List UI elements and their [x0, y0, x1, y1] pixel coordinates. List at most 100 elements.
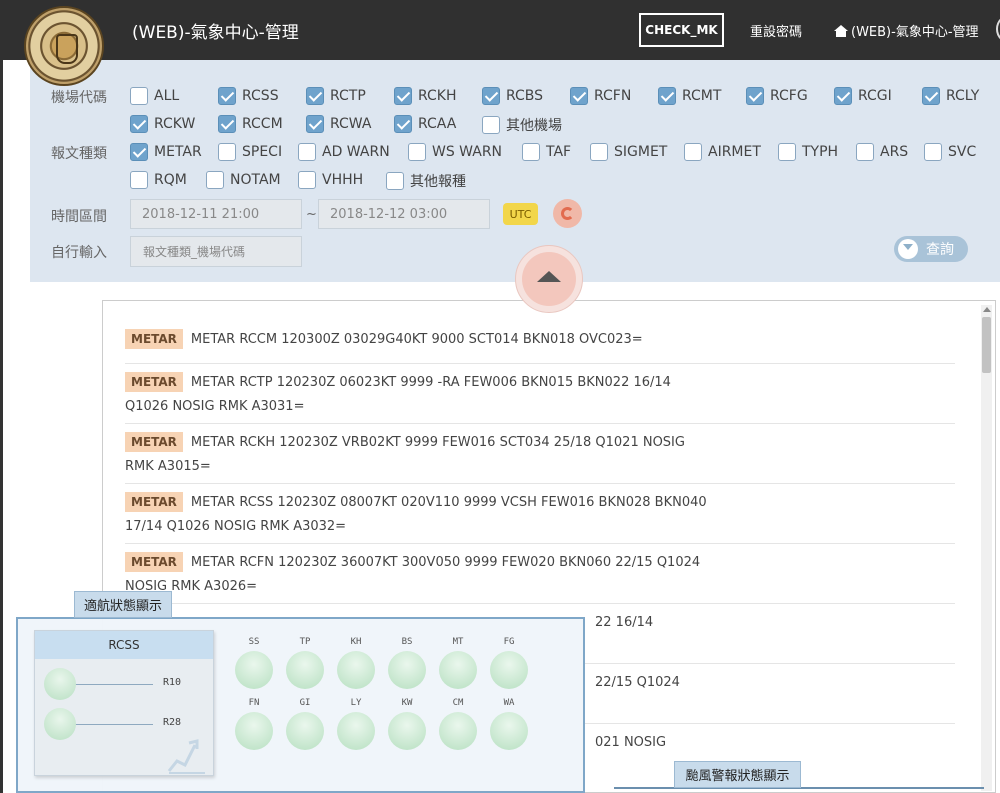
runway-label-r10: R10 — [163, 677, 182, 688]
report-type-checkbox-8[interactable]: ARS — [856, 143, 908, 161]
station-status[interactable]: CM — [438, 694, 478, 750]
report-type-checkbox-2[interactable]: AD WARN — [298, 143, 390, 161]
checkbox-checked-icon[interactable] — [130, 143, 148, 161]
airport-checkbox-10[interactable]: RCKW — [130, 115, 195, 133]
checkbox-unchecked-icon[interactable] — [298, 171, 316, 189]
airport-checkbox-12[interactable]: RCWA — [306, 115, 371, 133]
checkbox-unchecked-icon[interactable] — [856, 143, 874, 161]
left-edge — [0, 60, 3, 793]
checkbox-unchecked-icon[interactable] — [206, 171, 224, 189]
report-type-checkbox-9[interactable]: SVC — [924, 143, 976, 161]
airport-checkbox-11[interactable]: RCCM — [218, 115, 283, 133]
airport-checkbox-1[interactable]: RCSS — [218, 87, 279, 105]
report-type-checkbox-5[interactable]: SIGMET — [590, 143, 667, 161]
check-mk-button[interactable]: CHECK_MK — [639, 13, 724, 47]
station-status[interactable]: KW — [387, 694, 427, 750]
report-type-checkbox-label: SIGMET — [614, 144, 668, 160]
scroll-thumb[interactable] — [982, 317, 991, 373]
report-type-checkbox-4[interactable]: TAF — [522, 143, 571, 161]
station-status[interactable]: SS — [234, 633, 274, 689]
checkbox-checked-icon[interactable] — [306, 87, 324, 105]
checkbox-checked-icon[interactable] — [834, 87, 852, 105]
station-status[interactable]: MT — [438, 633, 478, 689]
checkbox-checked-icon[interactable] — [306, 115, 324, 133]
airport-checkbox-7[interactable]: RCFG — [746, 87, 808, 105]
checkbox-unchecked-icon[interactable] — [924, 143, 942, 161]
checkbox-checked-icon[interactable] — [218, 87, 236, 105]
checkbox-unchecked-icon[interactable] — [684, 143, 702, 161]
checkbox-checked-icon[interactable] — [922, 87, 940, 105]
report-type-checkbox-11[interactable]: NOTAM — [206, 171, 281, 189]
airport-checkbox-5[interactable]: RCFN — [570, 87, 631, 105]
checkbox-unchecked-icon[interactable] — [130, 87, 148, 105]
checkbox-unchecked-icon[interactable] — [218, 143, 236, 161]
checkbox-unchecked-icon[interactable] — [522, 143, 540, 161]
airport-checkbox-8[interactable]: RCGI — [834, 87, 892, 105]
station-status[interactable]: LY — [336, 694, 376, 750]
station-status[interactable]: TP — [285, 633, 325, 689]
time-start-input[interactable]: 2018-12-11 21:00 — [130, 199, 302, 229]
typhoon-warning-tab[interactable]: 颱風警報狀態顯示 — [674, 761, 801, 788]
checkbox-unchecked-icon[interactable] — [298, 143, 316, 161]
airport-checkbox-14[interactable]: 其他機場 — [482, 115, 562, 135]
checkbox-checked-icon[interactable] — [130, 115, 148, 133]
home-link[interactable]: (WEB)-氣象中心-管理 — [834, 21, 979, 40]
report-type-checkbox-0[interactable]: METAR — [130, 143, 202, 161]
station-status[interactable]: FG — [489, 633, 529, 689]
checkbox-unchecked-icon[interactable] — [408, 143, 426, 161]
airport-checkbox-9[interactable]: RCLY — [922, 87, 979, 105]
airport-code-label: 機場代碼 — [51, 90, 107, 106]
checkbox-unchecked-icon[interactable] — [590, 143, 608, 161]
checkbox-unchecked-icon[interactable] — [386, 172, 404, 190]
airport-checkbox-4[interactable]: RCBS — [482, 87, 543, 105]
message-divider — [125, 543, 955, 544]
station-status[interactable]: KH — [336, 633, 376, 689]
report-type-checkbox-7[interactable]: TYPH — [778, 143, 838, 161]
report-type-checkbox-13[interactable]: 其他報種 — [386, 171, 466, 191]
airport-checkbox-13[interactable]: RCAA — [394, 115, 456, 133]
runway-card[interactable]: RCSS R10 R28 — [34, 630, 214, 776]
message-text-line1: 22/15 Q1024 — [595, 675, 680, 690]
utc-button[interactable]: UTC — [503, 203, 538, 225]
custom-input[interactable]: 報文種類_機場代碼 — [130, 236, 302, 267]
message-item[interactable]: METAR METAR RCSS 120230Z 08007KT 020V110 … — [125, 491, 955, 539]
time-end-input[interactable]: 2018-12-12 03:00 — [318, 199, 490, 229]
checkbox-unchecked-icon[interactable] — [482, 116, 500, 134]
message-item[interactable]: METAR METAR RCFN 120230Z 36007KT 300V050 … — [125, 551, 955, 599]
message-item[interactable]: METAR METAR RCKH 120230Z VRB02KT 9999 FEW… — [125, 431, 955, 479]
airport-checkbox-6[interactable]: RCMT — [658, 87, 721, 105]
airport-checkbox-3[interactable]: RCKH — [394, 87, 457, 105]
message-item[interactable]: METAR METAR RCCM 120300Z 03029G40KT 9000 … — [125, 328, 955, 352]
airport-checkbox-2[interactable]: RCTP — [306, 87, 366, 105]
message-item[interactable]: METAR METAR RCTP 120230Z 06023KT 9999 -RA… — [125, 371, 955, 419]
refresh-button[interactable] — [553, 199, 582, 228]
checkbox-checked-icon[interactable] — [482, 87, 500, 105]
airworthiness-status-tab[interactable]: 適航狀態顯示 — [74, 591, 172, 618]
checkbox-checked-icon[interactable] — [394, 115, 412, 133]
report-type-checkbox-6[interactable]: AIRMET — [684, 143, 761, 161]
checkbox-checked-icon[interactable] — [570, 87, 588, 105]
home-link-label: (WEB)-氣象中心-管理 — [851, 25, 979, 40]
station-status[interactable]: FN — [234, 694, 274, 750]
scroll-up-arrow-icon[interactable] — [983, 307, 991, 312]
reset-password-link[interactable]: 重設密碼 — [750, 21, 802, 40]
airport-checkbox-0[interactable]: ALL — [130, 87, 179, 105]
report-type-checkbox-10[interactable]: RQM — [130, 171, 187, 189]
station-status[interactable]: WA — [489, 694, 529, 750]
collapse-panel-button[interactable] — [515, 245, 583, 313]
report-type-checkbox-label: ARS — [880, 144, 909, 160]
checkbox-checked-icon[interactable] — [658, 87, 676, 105]
report-type-checkbox-3[interactable]: WS WARN — [408, 143, 502, 161]
user-avatar[interactable] — [996, 14, 1000, 44]
station-status[interactable]: GI — [285, 694, 325, 750]
station-status[interactable]: BS — [387, 633, 427, 689]
query-button[interactable]: 查詢 — [894, 236, 968, 262]
checkbox-checked-icon[interactable] — [394, 87, 412, 105]
checkbox-unchecked-icon[interactable] — [778, 143, 796, 161]
report-type-checkbox-1[interactable]: SPECI — [218, 143, 282, 161]
checkbox-checked-icon[interactable] — [746, 87, 764, 105]
scrollbar[interactable] — [981, 305, 992, 791]
report-type-checkbox-12[interactable]: VHHH — [298, 171, 363, 189]
checkbox-checked-icon[interactable] — [218, 115, 236, 133]
checkbox-unchecked-icon[interactable] — [130, 171, 148, 189]
